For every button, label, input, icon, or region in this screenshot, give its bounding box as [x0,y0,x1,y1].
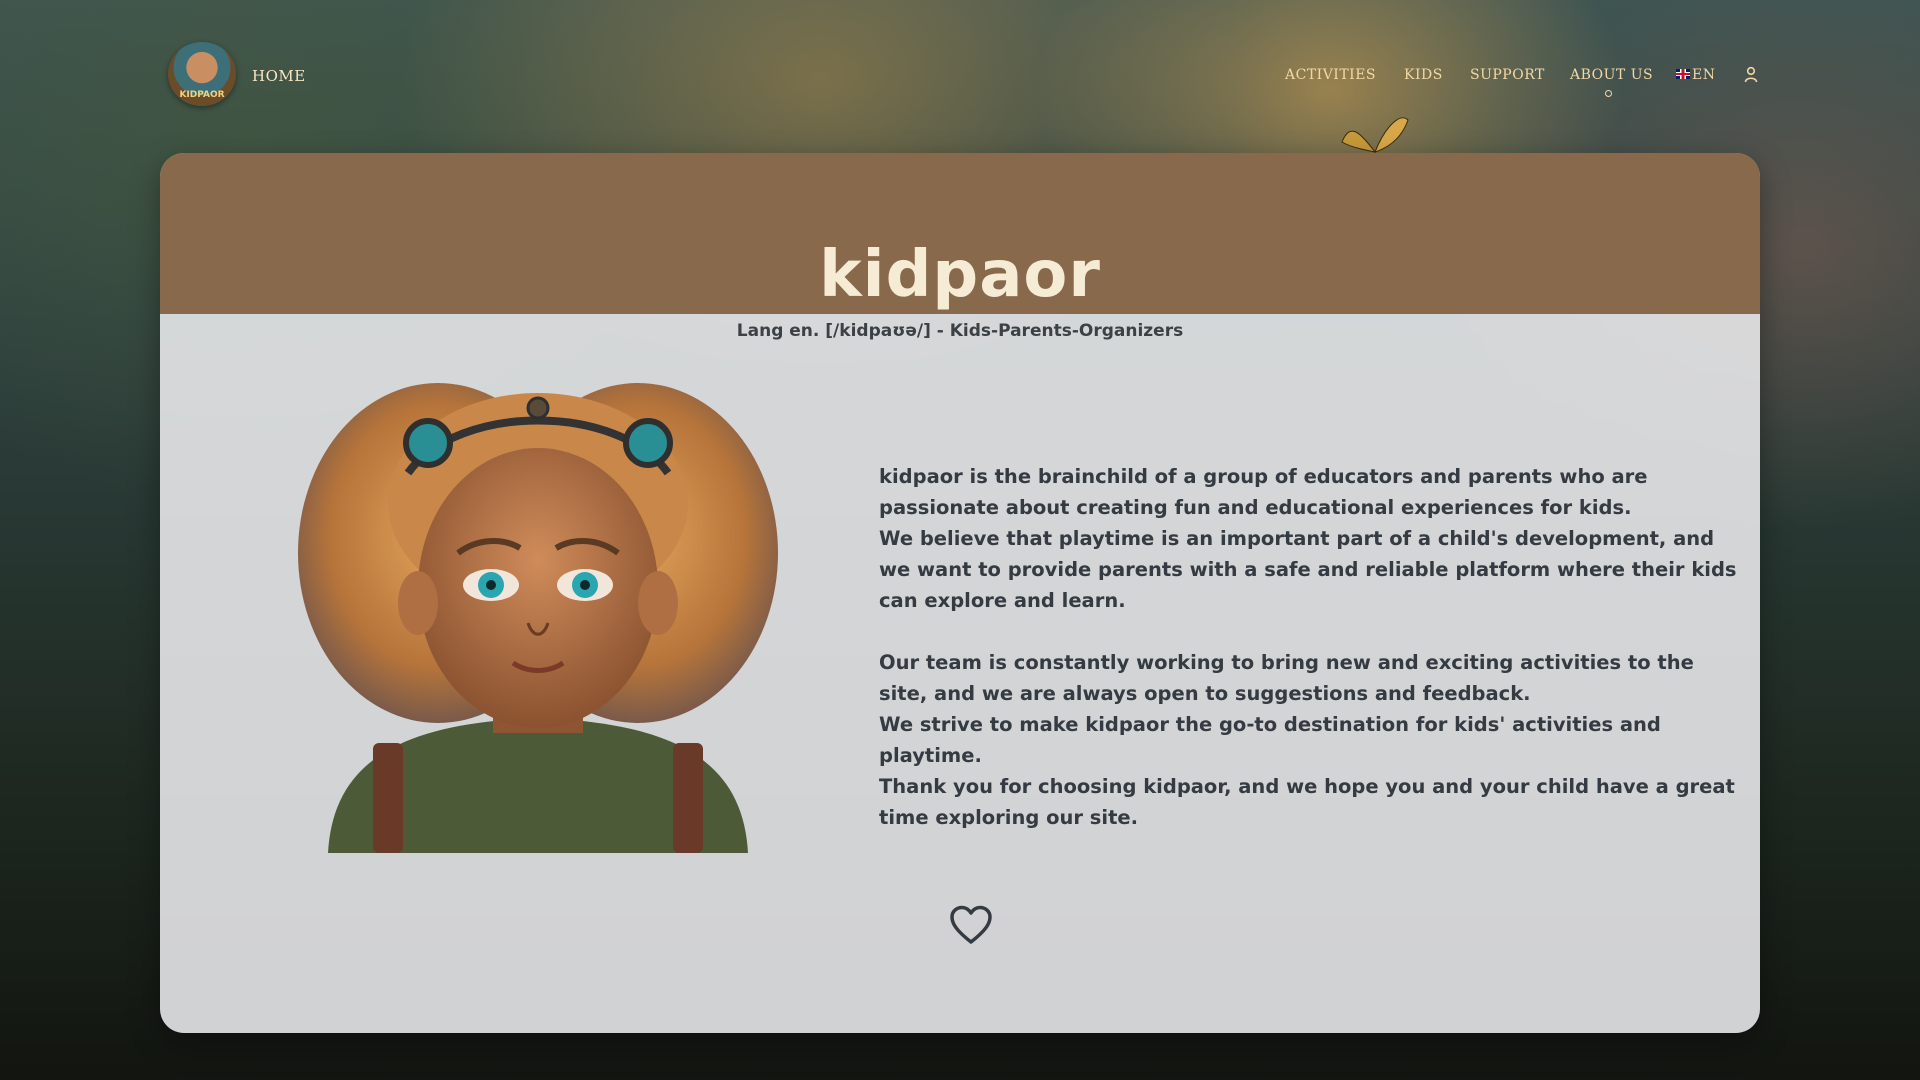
about-paragraph: Our team is constantly working to bring … [879,651,1694,705]
heart-icon[interactable] [949,905,993,945]
language-selector[interactable]: EN [1692,67,1715,83]
about-text: kidpaor is the brainchild of a group of … [879,461,1741,833]
child-illustration [298,383,778,853]
about-paragraph: We believe that playtime is an important… [879,527,1737,612]
about-paragraph: Thank you for choosing kidpaor, and we h… [879,775,1735,829]
about-paragraph: We strive to make kidpaor the go-to dest… [879,713,1661,767]
nav-support-link[interactable]: SUPPORT [1470,67,1545,83]
top-navigation: KIDPAOR HOME ACTIVITIES KIDS SUPPORT ABO… [0,0,1920,150]
nav-activities-link[interactable]: ACTIVITIES [1285,67,1376,83]
logo-text: KIDPAOR [179,90,225,100]
about-paragraph: kidpaor is the brainchild of a group of … [879,465,1648,519]
nav-home-link[interactable]: HOME [252,67,306,85]
uk-flag-icon [1676,69,1690,79]
active-indicator [1605,90,1612,97]
kidpaor-logo[interactable]: KIDPAOR [168,42,236,106]
nav-kids-link[interactable]: KIDS [1404,67,1443,83]
page-title: kidpaor [819,238,1101,312]
user-icon[interactable] [1744,66,1758,84]
nav-about-us-link[interactable]: ABOUT US [1570,67,1653,83]
about-card: kidpaor Lang en. [/kidpaʊə/] - Kids-Pare… [160,153,1760,1033]
pronunciation-subtitle: Lang en. [/kidpaʊə/] - Kids-Parents-Orga… [736,321,1184,341]
